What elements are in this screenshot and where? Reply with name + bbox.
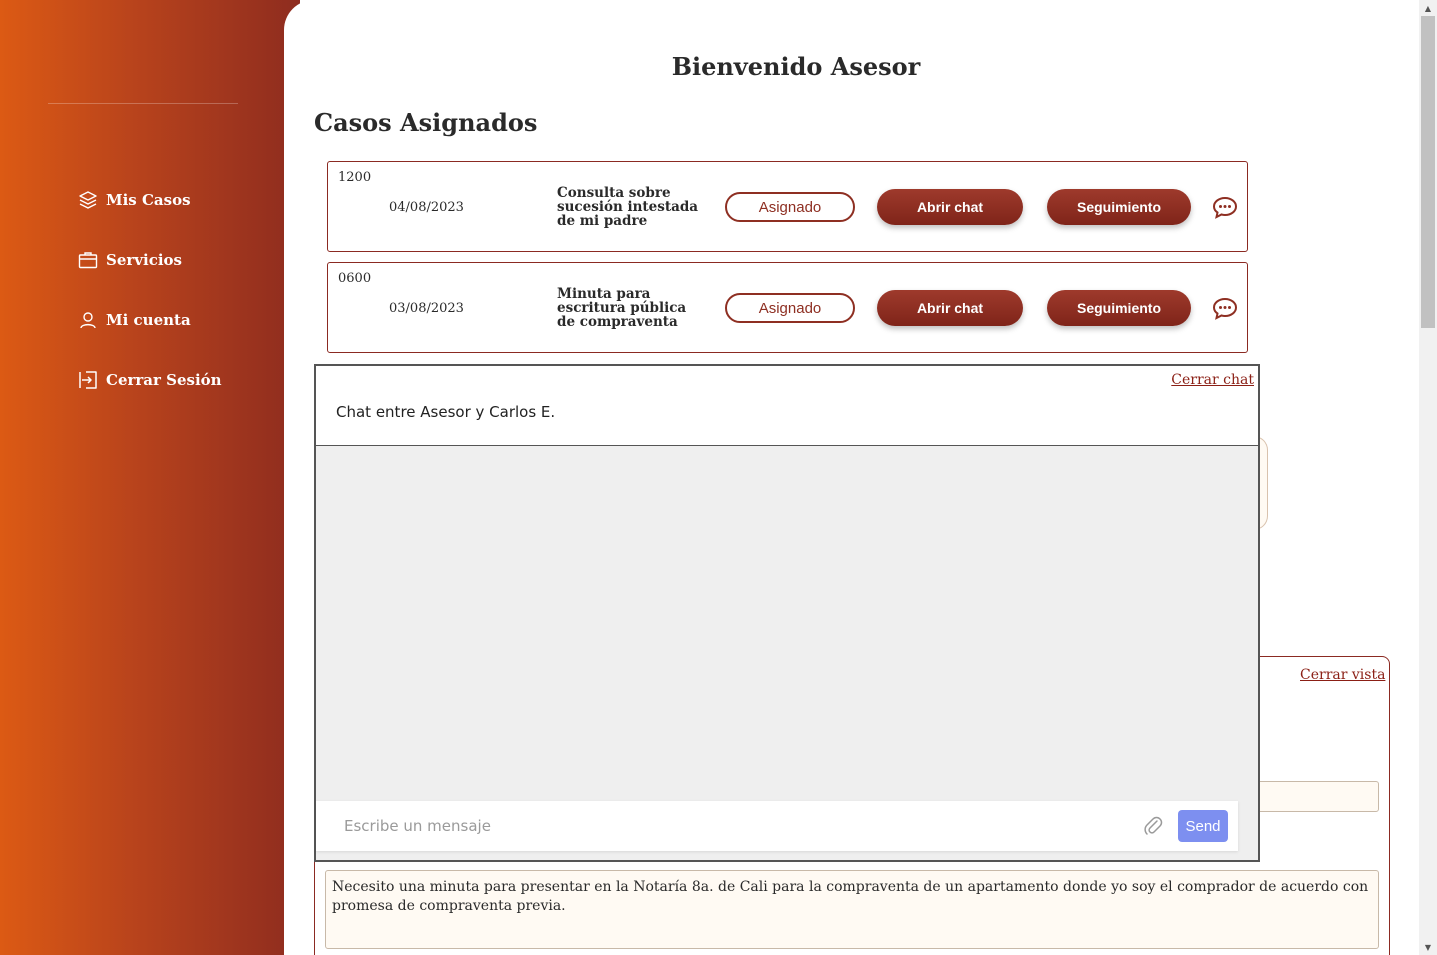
status-badge: Asignado xyxy=(725,192,855,222)
sidebar-item-label: Servicios xyxy=(106,251,182,269)
chat-bubble-icon[interactable] xyxy=(1212,196,1238,220)
status-badge: Asignado xyxy=(725,293,855,323)
main-panel: Bienvenido Asesor Casos Asignados 1200 0… xyxy=(284,0,1419,955)
section-title: Casos Asignados xyxy=(314,108,538,137)
case-date: 04/08/2023 xyxy=(389,200,464,215)
follow-up-button[interactable]: Seguimiento xyxy=(1047,290,1191,326)
case-description-textarea[interactable]: Necesito una minuta para presentar en la… xyxy=(325,870,1379,949)
chat-bubble-icon[interactable] xyxy=(1212,297,1238,321)
send-button[interactable]: Send xyxy=(1178,810,1228,842)
open-chat-button[interactable]: Abrir chat xyxy=(877,290,1023,326)
scroll-up-icon[interactable]: ▲ xyxy=(1419,0,1437,16)
user-icon xyxy=(78,310,98,330)
chat-header: Cerrar chat Chat entre Asesor y Carlos E… xyxy=(316,366,1258,446)
sidebar-item-servicios[interactable]: Servicios xyxy=(78,246,182,274)
sidebar-divider xyxy=(48,103,238,104)
sidebar-item-cerrar-sesion[interactable]: Cerrar Sesión xyxy=(78,366,222,394)
case-id: 1200 xyxy=(338,170,372,185)
case-date: 03/08/2023 xyxy=(389,301,464,316)
sidebar: Mis Casos Servicios Mi cuenta Cerrar Ses… xyxy=(0,0,300,955)
case-card: 1200 04/08/2023 Consulta sobre sucesión … xyxy=(327,161,1248,252)
logout-icon xyxy=(78,370,98,390)
case-description: Consulta sobre sucesión intestada de mi … xyxy=(557,185,699,229)
layers-icon xyxy=(78,190,98,210)
briefcase-icon xyxy=(78,250,98,270)
case-description: Minuta para escritura pública de comprav… xyxy=(557,286,687,330)
case-card: 0600 03/08/2023 Minuta para escritura pú… xyxy=(327,262,1248,353)
open-chat-button[interactable]: Abrir chat xyxy=(877,189,1023,225)
detail-field[interactable] xyxy=(1244,781,1379,812)
sidebar-item-mi-cuenta[interactable]: Mi cuenta xyxy=(78,306,191,334)
scrollbar[interactable]: ▲ ▼ xyxy=(1419,0,1437,955)
case-id: 0600 xyxy=(338,271,372,286)
scroll-thumb[interactable] xyxy=(1421,16,1435,328)
sidebar-item-label: Mi cuenta xyxy=(106,311,191,329)
message-input[interactable] xyxy=(344,811,1134,841)
chat-input-bar: Send xyxy=(316,801,1238,851)
sidebar-item-label: Cerrar Sesión xyxy=(106,371,222,389)
paperclip-icon[interactable] xyxy=(1143,815,1163,837)
close-chat-link[interactable]: Cerrar chat xyxy=(1171,372,1254,388)
page-title: Bienvenido Asesor xyxy=(671,52,921,81)
sidebar-item-label: Mis Casos xyxy=(106,191,191,209)
close-view-link[interactable]: Cerrar vista xyxy=(1300,667,1385,683)
chat-window: Cerrar chat Chat entre Asesor y Carlos E… xyxy=(314,364,1260,862)
chat-title: Chat entre Asesor y Carlos E. xyxy=(336,403,556,421)
scroll-down-icon[interactable]: ▼ xyxy=(1419,939,1437,955)
follow-up-button[interactable]: Seguimiento xyxy=(1047,189,1191,225)
sidebar-item-mis-casos[interactable]: Mis Casos xyxy=(78,186,191,214)
